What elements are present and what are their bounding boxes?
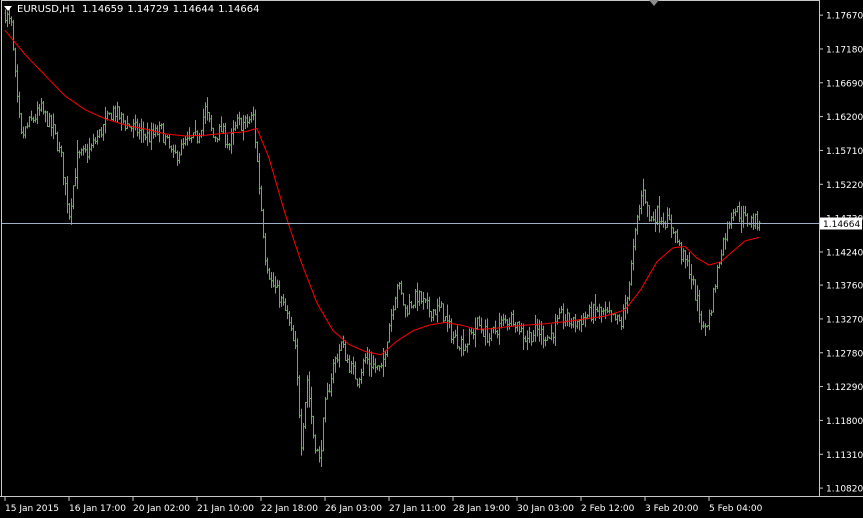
chart-header: EURUSD,H1 1.14659 1.14729 1.14644 1.14664 bbox=[4, 3, 263, 17]
y-tick-label: 1.14240 bbox=[826, 248, 863, 258]
y-tick-label: 1.11310 bbox=[826, 451, 863, 461]
current-price-label: 1.14664 bbox=[820, 217, 862, 230]
chart-shift-marker[interactable] bbox=[649, 0, 659, 6]
chevron-down-icon[interactable] bbox=[4, 6, 12, 11]
y-tick-label: 1.11800 bbox=[826, 417, 863, 427]
y-tick-label: 1.12780 bbox=[826, 349, 863, 359]
chart-background bbox=[0, 0, 863, 518]
x-tick-label: 5 Feb 04:00 bbox=[709, 504, 763, 514]
x-tick-label: 16 Jan 17:00 bbox=[69, 504, 126, 514]
symbol-timeframe: EURUSD,H1 bbox=[17, 4, 77, 15]
current-price-text: 1.14664 bbox=[823, 220, 860, 230]
x-tick-label: 30 Jan 03:00 bbox=[517, 504, 574, 514]
x-tick-label: 22 Jan 18:00 bbox=[261, 504, 318, 514]
x-tick-label: 21 Jan 10:00 bbox=[197, 504, 254, 514]
x-tick-label: 15 Jan 2015 bbox=[5, 504, 59, 514]
close-value: 1.14664 bbox=[218, 4, 260, 15]
y-tick-label: 1.17180 bbox=[826, 45, 863, 55]
x-tick-label: 26 Jan 03:00 bbox=[325, 504, 382, 514]
x-tick-label: 28 Jan 19:00 bbox=[453, 504, 510, 514]
y-tick-label: 1.15710 bbox=[826, 147, 863, 157]
x-tick-label: 3 Feb 20:00 bbox=[645, 504, 699, 514]
x-tick-label: 27 Jan 11:00 bbox=[389, 504, 446, 514]
price-chart[interactable]: 1.17670 1.17180 1.16690 1.16200 1.15710 1.152… bbox=[0, 0, 863, 518]
y-tick-label: 1.15220 bbox=[826, 181, 863, 191]
high-value: 1.14729 bbox=[127, 4, 169, 15]
price-axis: 1.17670 1.17180 1.16690 1.16200 1.15710 1.152… bbox=[819, 12, 863, 495]
y-tick-label: 1.10820 bbox=[826, 485, 863, 495]
y-tick-label: 1.13760 bbox=[826, 282, 863, 292]
y-tick-label: 1.16690 bbox=[826, 79, 863, 89]
y-tick-label: 1.17670 bbox=[826, 12, 863, 22]
x-tick-label: 20 Jan 02:00 bbox=[133, 504, 190, 514]
y-tick-label: 1.12290 bbox=[826, 383, 863, 393]
open-value: 1.14659 bbox=[82, 4, 124, 15]
low-value: 1.14644 bbox=[172, 4, 215, 15]
x-tick-label: 2 Feb 12:00 bbox=[581, 504, 635, 514]
y-tick-label: 1.16200 bbox=[826, 113, 863, 123]
y-tick-label: 1.13270 bbox=[826, 315, 863, 325]
